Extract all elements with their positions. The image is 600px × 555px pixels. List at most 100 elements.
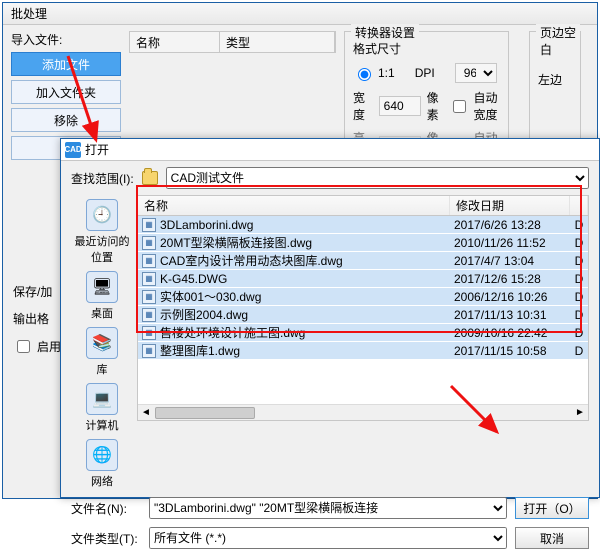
places-bar: 🕘最近访问的位置 🖥桌面 📚库 💻计算机 🌐网络 xyxy=(71,195,133,489)
scroll-thumb[interactable] xyxy=(155,407,255,419)
file-extra: D xyxy=(570,306,588,323)
remove-button[interactable]: 移除 xyxy=(11,108,121,132)
recent-icon: 🕘 xyxy=(86,199,118,231)
dwg-icon: ▦ xyxy=(142,308,156,322)
file-name-input[interactable]: "3DLamborini.dwg" "20MT型梁横隔板连接 xyxy=(149,497,507,519)
dwg-icon: ▦ xyxy=(142,218,156,232)
output-format-label: 输出格 xyxy=(13,310,61,327)
place-network[interactable]: 🌐 网络 xyxy=(86,439,118,489)
dwg-icon: ▦ xyxy=(142,326,156,340)
folder-icon xyxy=(142,171,158,185)
file-row[interactable]: ▦ CAD室内设计常用动态块图库.dwg 2017/4/7 13:04D xyxy=(138,252,588,270)
file-name: 示例图2004.dwg xyxy=(160,306,248,323)
dwg-icon: ▦ xyxy=(142,290,156,304)
file-extra: D xyxy=(570,252,588,269)
file-extra: D xyxy=(570,216,588,233)
header-type[interactable]: 类型 xyxy=(220,32,335,52)
place-network-label: 网络 xyxy=(91,473,113,489)
margins-group-title: 页边空白 xyxy=(536,24,580,58)
batch-window-title: 批处理 xyxy=(3,3,597,25)
file-date: 2009/10/16 22:42 xyxy=(450,324,570,341)
file-area: 名称 修改日期 ▦3DLamborini.dwg2017/6/26 13:28D… xyxy=(137,195,589,421)
lower-left-labels: 保存/加 输出格 启用 xyxy=(13,283,61,356)
dialog-title-text: 打开 xyxy=(85,139,109,161)
dpi-label: DPI xyxy=(415,66,435,80)
file-date: 2017/4/7 13:04 xyxy=(450,252,570,269)
place-recent[interactable]: 🕘最近访问的位置 xyxy=(71,199,133,265)
file-name: 售楼处环境设计施工图.dwg xyxy=(160,324,305,341)
col-name[interactable]: 名称 xyxy=(138,196,450,215)
auto-width-check[interactable] xyxy=(453,100,466,113)
scroll-left-icon[interactable]: ◄ xyxy=(138,407,154,418)
place-desktop[interactable]: 🖥 桌面 xyxy=(86,271,118,321)
open-button[interactable]: 打开（O） xyxy=(515,497,589,519)
ratio-label: 1:1 xyxy=(378,66,395,80)
file-type-select[interactable]: 所有文件 (*.*) xyxy=(149,527,507,549)
file-name: 整理图库1.dwg xyxy=(160,342,240,359)
file-row[interactable]: ▦ 20MT型梁横隔板连接图.dwg 2010/11/26 11:52D xyxy=(138,234,588,252)
margin-left-label: 左边 xyxy=(538,71,562,88)
width-label: 宽度 xyxy=(353,89,373,123)
add-file-button[interactable]: 添加文件 xyxy=(11,52,121,76)
ratio-radio[interactable] xyxy=(358,68,371,81)
file-name-label: 文件名(N): xyxy=(71,500,141,517)
file-name: 实体001～030.dwg xyxy=(160,288,261,305)
file-extra: D xyxy=(570,342,588,359)
look-in-label: 查找范围(I): xyxy=(71,170,134,187)
h-scrollbar[interactable]: ◄ ► xyxy=(138,404,588,420)
file-area-header: 名称 修改日期 xyxy=(138,196,588,216)
file-row[interactable]: ▦K-G45.DWG2017/12/6 15:28D xyxy=(138,270,588,288)
place-libraries-label: 库 xyxy=(97,361,108,377)
file-name: 20MT型梁横隔板连接图.dwg xyxy=(160,234,312,251)
col-date[interactable]: 修改日期 xyxy=(450,196,570,215)
place-desktop-label: 桌面 xyxy=(91,305,113,321)
format-size-label: 格式尺寸 xyxy=(353,40,500,57)
file-row[interactable]: ▦实体001～030.dwg2006/12/16 10:26D xyxy=(138,288,588,306)
network-icon: 🌐 xyxy=(86,439,118,471)
file-extra: D xyxy=(570,234,588,251)
add-folder-button[interactable]: 加入文件夹 xyxy=(11,80,121,104)
file-name: CAD室内设计常用动态块图库.dwg xyxy=(160,252,343,269)
dwg-icon: ▦ xyxy=(142,344,156,358)
import-label: 导入文件: xyxy=(11,31,121,48)
desktop-icon: 🖥 xyxy=(86,271,118,303)
file-date: 2010/11/26 11:52 xyxy=(450,234,570,251)
file-row[interactable]: ▦售楼处环境设计施工图.dwg2009/10/16 22:42D xyxy=(138,324,588,342)
look-in-select[interactable]: CAD测试文件 xyxy=(166,167,589,189)
margins-group: 页边空白 上面 左边 xyxy=(529,31,581,141)
converter-group-title: 转换器设置 xyxy=(351,24,419,41)
file-list[interactable]: ▦3DLamborini.dwg2017/6/26 13:28D▦20MT型梁横… xyxy=(138,216,588,360)
header-name[interactable]: 名称 xyxy=(130,32,220,52)
cancel-button[interactable]: 取消 xyxy=(515,527,589,549)
place-recent-label: 最近访问的位置 xyxy=(71,233,133,265)
enable-check-left-label: 启用 xyxy=(37,338,61,355)
file-date: 2017/11/13 10:31 xyxy=(450,306,570,323)
dpi-select[interactable]: 96 xyxy=(455,63,497,83)
col-extra[interactable] xyxy=(570,196,588,215)
file-date: 2017/11/15 10:58 xyxy=(450,342,570,359)
dwg-icon: ▦ xyxy=(142,236,156,250)
dwg-icon: ▦ xyxy=(142,272,156,286)
file-name: K-G45.DWG xyxy=(160,270,227,287)
scroll-right-icon[interactable]: ► xyxy=(572,407,588,418)
dialog-titlebar[interactable]: CAD 打开 xyxy=(61,139,599,161)
dwg-icon: ▦ xyxy=(142,254,156,268)
enable-check-left[interactable] xyxy=(17,340,30,353)
width-input[interactable] xyxy=(379,96,421,116)
place-computer[interactable]: 💻 计算机 xyxy=(86,383,119,433)
computer-icon: 💻 xyxy=(86,383,118,415)
libraries-icon: 📚 xyxy=(86,327,118,359)
place-libraries[interactable]: 📚库 xyxy=(86,327,118,377)
file-type-label: 文件类型(T): xyxy=(71,530,141,547)
file-row[interactable]: ▦ 示例图2004.dwg 2017/11/13 10:31D xyxy=(138,306,588,324)
pixel-suffix-w: 像素 xyxy=(427,89,444,123)
save-merge-label: 保存/加 xyxy=(13,283,61,300)
look-in-row: 查找范围(I): CAD测试文件 xyxy=(71,167,589,189)
file-date: 2017/6/26 13:28 xyxy=(450,216,570,233)
file-row[interactable]: ▦3DLamborini.dwg2017/6/26 13:28D xyxy=(138,216,588,234)
cad-icon: CAD xyxy=(65,142,81,158)
file-date: 2017/12/6 15:28 xyxy=(450,270,570,287)
file-row[interactable]: ▦ 整理图库1.dwg 2017/11/15 10:58D xyxy=(138,342,588,360)
place-computer-label: 计算机 xyxy=(86,417,119,433)
list-header: 名称 类型 xyxy=(129,31,336,53)
